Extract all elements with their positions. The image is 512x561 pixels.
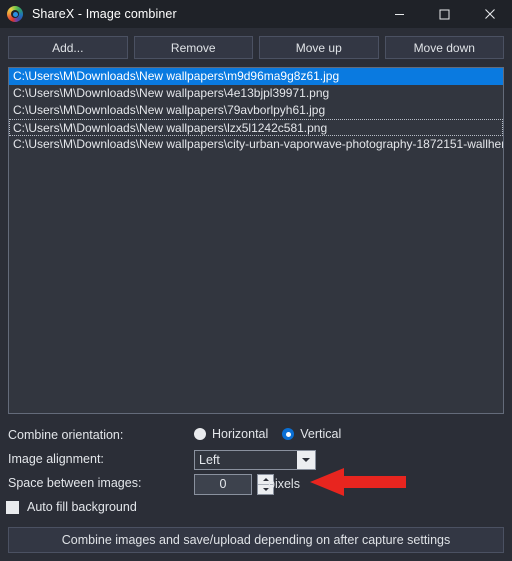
- remove-button[interactable]: Remove: [133, 36, 253, 59]
- move-up-button[interactable]: Move up: [259, 36, 379, 59]
- list-item[interactable]: C:\Users\M\Downloads\New wallpapers\79av…: [9, 102, 503, 119]
- image-alignment-select[interactable]: Left: [194, 450, 316, 470]
- minimize-button[interactable]: [377, 0, 422, 28]
- radio-horizontal-label: Horizontal: [212, 427, 269, 441]
- combine-orientation-group: Horizontal Vertical: [194, 427, 341, 441]
- space-between-images-label: Space between images:: [8, 476, 142, 490]
- maximize-button[interactable]: [422, 0, 467, 28]
- auto-fill-background-label: Auto fill background: [27, 500, 137, 514]
- close-button[interactable]: [467, 0, 512, 28]
- list-item[interactable]: C:\Users\M\Downloads\New wallpapers\m9d9…: [9, 68, 503, 85]
- window-title: ShareX - Image combiner: [32, 7, 177, 21]
- auto-fill-background-box: [6, 500, 19, 514]
- maximize-icon: [439, 9, 450, 19]
- combine-orientation-label: Combine orientation:: [8, 428, 124, 442]
- sharex-logo-icon: [7, 6, 23, 22]
- image-alignment-value: Left: [199, 453, 220, 467]
- image-alignment-label: Image alignment:: [8, 452, 104, 466]
- window-controls: [377, 0, 512, 28]
- list-item[interactable]: C:\Users\M\Downloads\New wallpapers\city…: [9, 136, 503, 153]
- chevron-down-icon[interactable]: [297, 451, 315, 469]
- minimize-icon: [395, 13, 404, 15]
- close-icon: [484, 9, 495, 19]
- file-toolbar: Add... Remove Move up Move down: [8, 36, 504, 59]
- move-down-button[interactable]: Move down: [384, 36, 504, 59]
- space-between-images-stepper[interactable]: 0: [194, 474, 274, 495]
- radio-horizontal[interactable]: Horizontal: [194, 427, 268, 441]
- radio-vertical-label: Vertical: [300, 427, 342, 441]
- list-item[interactable]: C:\Users\M\Downloads\New wallpapers\lzx5…: [9, 119, 503, 136]
- list-item[interactable]: C:\Users\M\Downloads\New wallpapers\4e13…: [9, 85, 503, 102]
- radio-horizontal-indicator: [194, 428, 206, 440]
- add-button[interactable]: Add...: [8, 36, 128, 59]
- radio-vertical[interactable]: Vertical: [282, 427, 341, 441]
- auto-fill-background-checkbox[interactable]: Auto fill background: [6, 500, 137, 514]
- file-list[interactable]: C:\Users\M\Downloads\New wallpapers\m9d9…: [8, 67, 504, 414]
- space-between-images-input[interactable]: 0: [194, 474, 252, 495]
- annotation-arrow-icon: [310, 468, 406, 496]
- combine-images-button[interactable]: Combine images and save/upload depending…: [8, 527, 504, 553]
- radio-vertical-indicator: [282, 428, 295, 440]
- title-bar: ShareX - Image combiner: [0, 0, 512, 28]
- pixels-unit-label: pixels: [268, 477, 300, 491]
